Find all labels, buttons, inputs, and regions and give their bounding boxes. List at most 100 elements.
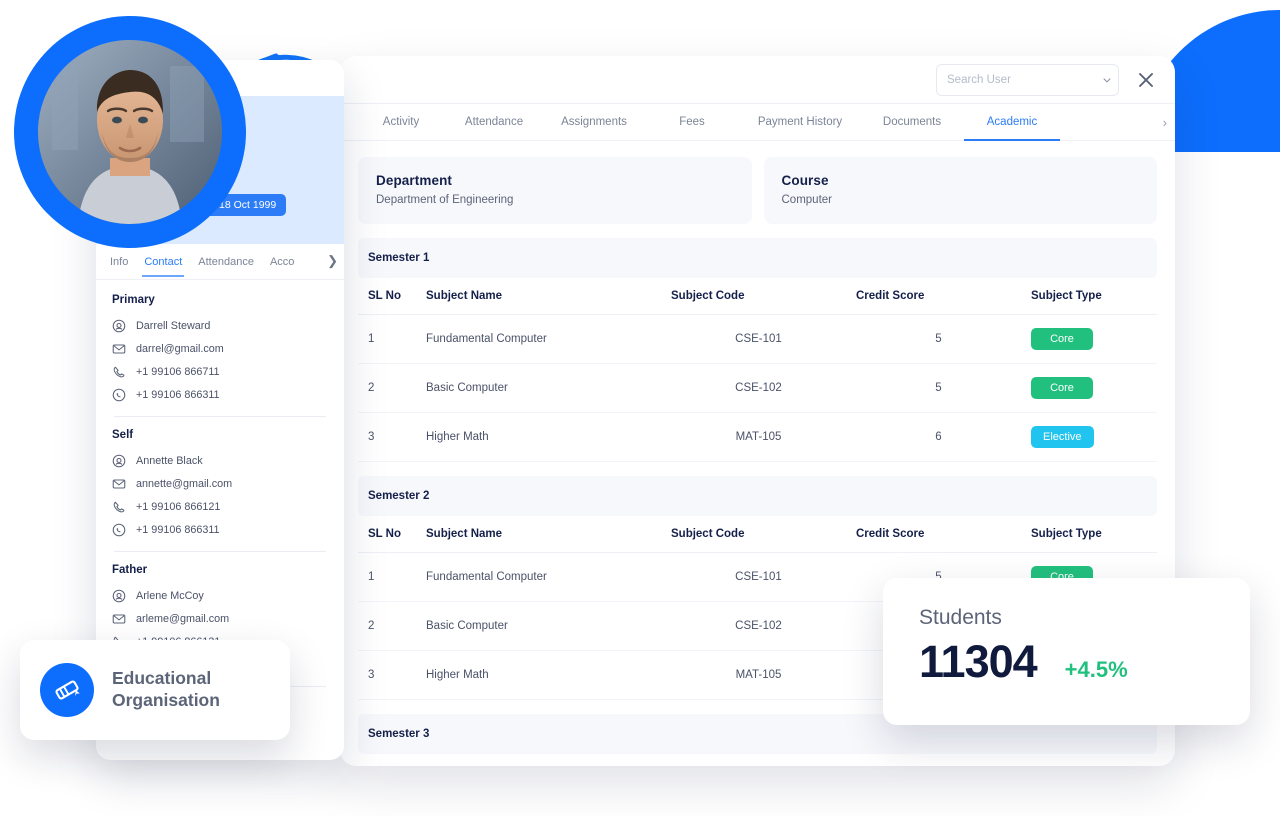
contact-group-title: Father: [112, 564, 148, 576]
contact-value: darrel@gmail.com: [136, 342, 224, 355]
cell-subject-code: MAT-105: [661, 412, 846, 462]
contact-value: Darrell Steward: [136, 319, 211, 332]
semester-table: SL NoSubject NameSubject CodeCredit Scor…: [358, 754, 1157, 766]
table-row[interactable]: 3Higher MathMAT-1056 Elective: [358, 412, 1157, 462]
contact-row: Arlene McCoy: [112, 586, 328, 605]
cell-sl-no: 3: [358, 650, 416, 700]
semester-header: Semester 2: [358, 476, 1157, 516]
subject-type-badge: Core: [1031, 377, 1093, 399]
cell-sl-no: 2: [358, 601, 416, 651]
cell-credit-score: 5: [846, 314, 1021, 364]
cell-subject-type: Elective: [1021, 412, 1157, 462]
contact-group-title: Primary: [112, 294, 155, 306]
contact-row: +1 99106 866121: [112, 497, 328, 516]
tab-label: Payment History: [757, 116, 843, 128]
organisation-badge: Educational Organisation: [20, 640, 290, 740]
column-header: SL No: [358, 278, 416, 315]
subject-type-badge: Elective: [1031, 426, 1094, 448]
mail-icon: [112, 478, 126, 489]
cell-subject-name: Higher Math: [416, 412, 661, 462]
column-header: Credit Score: [846, 516, 1021, 553]
tab-assignments[interactable]: Assignments: [544, 104, 644, 140]
search-user-field[interactable]: [936, 63, 1119, 96]
contact-group-title: Self: [112, 429, 134, 441]
close-icon[interactable]: [1135, 69, 1157, 91]
profile-tab-label: Contact: [144, 256, 183, 268]
profile-tab-attendance[interactable]: Attendance: [198, 256, 254, 277]
avatar-photo-illustration: [38, 40, 222, 224]
contact-value: Annette Black: [136, 454, 203, 467]
contact-row: +1 99106 866711: [112, 362, 328, 381]
stat-delta: +4.5%: [1064, 657, 1128, 682]
main-tabs: Activity Attendance Assignments Fees Pay…: [340, 103, 1175, 141]
cell-subject-name: Higher Math: [416, 650, 661, 700]
tab-academic[interactable]: Academic: [964, 104, 1060, 141]
contact-row: darrel@gmail.com: [112, 339, 328, 358]
cell-sl-no: 3: [358, 412, 416, 462]
tabs-next-chevron-icon[interactable]: ›: [1163, 104, 1167, 140]
cell-subject-name: Basic Computer: [416, 601, 661, 651]
table-row[interactable]: 1 Fundamental Computer CSE-101 5 Core: [358, 314, 1157, 364]
cell-subject-name: Basic Computer: [416, 363, 661, 413]
tab-documents[interactable]: Documents: [860, 104, 964, 140]
phone-icon: [113, 501, 125, 512]
table-header-row: SL NoSubject NameSubject CodeCredit Scor…: [358, 278, 1157, 315]
org-line-2: Organisation: [112, 690, 220, 710]
column-header: Credit Score: [846, 754, 1021, 766]
semester-table: SL NoSubject NameSubject CodeCredit Scor…: [358, 278, 1157, 462]
cell-sl-no: 1: [358, 314, 416, 364]
column-header: Subject Name: [416, 516, 661, 553]
contact-value: +1 99106 866311: [136, 523, 220, 536]
tab-fees[interactable]: Fees: [644, 104, 740, 140]
contact-group-separator: [114, 551, 326, 552]
tab-label: Attendance: [464, 116, 524, 128]
cell-sl-no: 1: [358, 552, 416, 602]
profile-tab-account[interactable]: Acco: [270, 256, 294, 277]
course-title: Course: [781, 173, 829, 188]
tab-attendance[interactable]: Attendance: [444, 104, 544, 140]
tab-payment-history[interactable]: Payment History: [740, 104, 860, 140]
diploma-icon: [40, 663, 94, 717]
student-avatar-ring: [14, 16, 246, 248]
tab-label: Documents: [882, 116, 942, 128]
department-card: Department Department of Engineering: [358, 157, 752, 224]
person-icon: [112, 319, 126, 332]
course-card: Course Computer: [763, 157, 1157, 224]
profile-tab-info[interactable]: Info: [110, 256, 128, 277]
column-header: Subject Type: [1021, 278, 1157, 315]
cell-subject-code: CSE-101: [661, 552, 846, 602]
table-row[interactable]: 2Basic ComputerCSE-1025 Core: [358, 363, 1157, 413]
mail-icon: [112, 343, 126, 354]
stat-value-row: 11304 +4.5%: [919, 636, 1250, 688]
profile-tabs-next-chevron-icon[interactable]: ❯: [327, 253, 338, 269]
person-icon: [112, 454, 126, 467]
stat-label: Students: [919, 606, 1002, 629]
mail-icon: [112, 613, 126, 624]
search-input[interactable]: [947, 73, 1101, 86]
table-header-row: SL NoSubject NameSubject CodeCredit Scor…: [358, 754, 1157, 766]
column-header: Subject Type: [1021, 754, 1157, 766]
cell-subject-name: Fundamental Computer: [416, 314, 661, 364]
whatsapp-icon: [112, 388, 126, 401]
department-subtitle: Department of Engineering: [376, 194, 514, 206]
cell-sl-no: 2: [358, 363, 416, 413]
column-header: Subject Code: [661, 754, 846, 766]
profile-tab-contact[interactable]: Contact: [142, 256, 185, 277]
students-stat-card: Students 11304 +4.5%: [883, 578, 1250, 725]
cell-subject-code: MAT-105: [661, 650, 846, 700]
tab-label: Activity: [382, 116, 420, 128]
contact-row: annette@gmail.com: [112, 474, 328, 493]
department-title: Department: [376, 173, 453, 188]
contact-row: arleme@gmail.com: [112, 609, 328, 628]
contact-value: +1 99106 866121: [136, 500, 221, 513]
cell-subject-type: Core: [1021, 314, 1157, 364]
panel-toolbar: [340, 56, 1175, 103]
screenshot-stage: Activity Attendance Assignments Fees Pay…: [0, 0, 1280, 816]
tab-label: Fees: [679, 116, 705, 128]
whatsapp-icon: [112, 523, 126, 536]
chevron-down-icon[interactable]: [1101, 74, 1113, 86]
profile-tabs: Info Contact Attendance Acco ❯: [96, 244, 344, 280]
stat-value: 11304: [919, 636, 1038, 687]
tab-activity[interactable]: Activity: [358, 104, 444, 140]
cell-subject-type: Core: [1021, 363, 1157, 413]
